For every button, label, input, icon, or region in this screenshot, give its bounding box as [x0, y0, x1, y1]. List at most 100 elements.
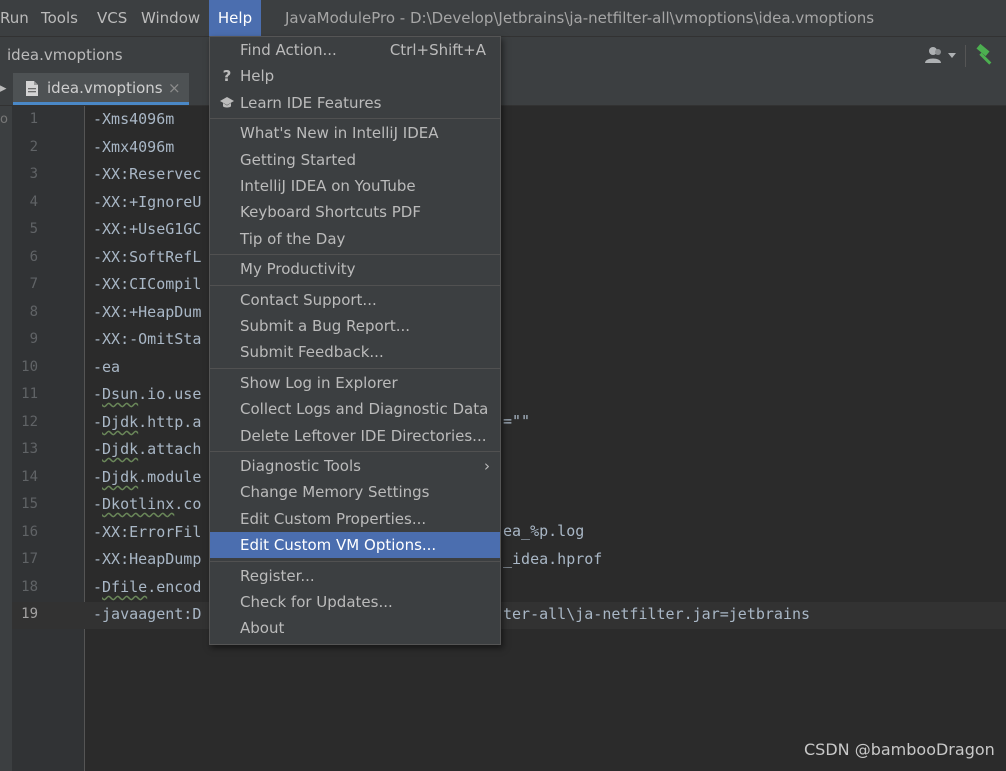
menu-separator — [210, 254, 500, 255]
menu-item-delete-leftover-ide-directories[interactable]: Delete Leftover IDE Directories... — [210, 423, 500, 449]
line-number: 10 — [21, 359, 38, 375]
menu-item-find-action[interactable]: Find Action... Ctrl+Shift+A — [210, 37, 500, 63]
code-text: - — [93, 468, 103, 486]
menu-item-submit-feedback[interactable]: Submit Feedback... — [210, 339, 500, 365]
menu-item-change-memory-settings[interactable]: Change Memory Settings — [210, 479, 500, 505]
code-text: - — [93, 495, 103, 513]
menu-item-what-s-new-in-intellij-idea[interactable]: What's New in IntelliJ IDEA — [210, 120, 500, 146]
code-line[interactable]: -XX:+IgnoreU — [93, 189, 201, 216]
code-line[interactable]: -XX:ErrorFil — [93, 519, 201, 546]
menu-item-diagnostic-tools[interactable]: Diagnostic Tools › — [210, 453, 500, 479]
menu-item-label: My Productivity — [240, 260, 356, 278]
code-text: -javaagent:D — [93, 605, 202, 623]
tab-idea-vmoptions[interactable]: idea.vmoptions × — [13, 73, 189, 105]
code-line[interactable]: -Djdk.module — [93, 464, 201, 491]
code-fragment-line-12: ="" — [503, 412, 531, 430]
code-text: .attach — [138, 440, 202, 458]
watermark: CSDN @bambooDragon — [804, 740, 995, 759]
code-text: -ea — [93, 358, 121, 376]
line-number: 9 — [29, 331, 38, 347]
menu-item-help[interactable]: ? Help — [210, 63, 500, 89]
menu-tools[interactable]: Tools — [41, 0, 78, 36]
line-number: 11 — [21, 386, 38, 402]
menu-item-edit-custom-vm-options[interactable]: Edit Custom VM Options... — [210, 532, 500, 558]
code-line[interactable]: -XX:HeapDump — [93, 546, 201, 573]
line-number: 12 — [21, 414, 38, 430]
code-line[interactable]: -XX:-OmitSta — [93, 326, 201, 353]
breadcrumb[interactable]: idea.vmoptions — [7, 37, 123, 73]
menu-item-tip-of-the-day[interactable]: Tip of the Day — [210, 226, 500, 252]
code-text: - — [93, 440, 103, 458]
code-line[interactable]: -XX:Reservec — [93, 161, 201, 188]
code-line[interactable]: -Djdk.http.a — [93, 409, 201, 436]
menu-help[interactable]: Help — [209, 0, 261, 36]
left-tool-strip — [0, 106, 12, 771]
menu-vcs[interactable]: VCS — [97, 0, 127, 36]
menu-item-label: About — [240, 619, 285, 637]
menu-item-getting-started[interactable]: Getting Started — [210, 147, 500, 173]
menu-item-label: Edit Custom VM Options... — [240, 536, 437, 554]
code-text: -XX:Reservec — [93, 165, 202, 183]
menu-item-collect-logs-and-diagnostic-data[interactable]: Collect Logs and Diagnostic Data — [210, 396, 500, 422]
spellcheck-word: Djdk — [102, 413, 139, 431]
line-number: 2 — [29, 139, 38, 155]
code-line[interactable]: -Djdk.attach — [93, 436, 201, 463]
menu-bar: Run Tools VCS Window Help JavaModulePro … — [0, 0, 1006, 36]
code-line[interactable]: -Xmx4096m — [93, 134, 174, 161]
code-line[interactable]: -Dfile.encod — [93, 574, 201, 601]
spellcheck-word: Djdk — [102, 440, 139, 458]
line-number: 13 — [21, 441, 38, 457]
menu-item-contact-support[interactable]: Contact Support... — [210, 287, 500, 313]
hammer-icon — [976, 43, 992, 65]
line-number: 6 — [29, 249, 38, 265]
line-number: 5 — [29, 221, 38, 237]
code-text: -Xmx4096m — [93, 138, 175, 156]
code-line[interactable]: -XX:+UseG1GC — [93, 216, 201, 243]
line-number: 18 — [21, 579, 38, 595]
code-line[interactable]: -XX:SoftRefL — [93, 244, 201, 271]
spellcheck-word: Dfile — [102, 578, 148, 596]
code-line[interactable]: -XX:+HeapDum — [93, 299, 201, 326]
menu-item-intellij-idea-on-youtube[interactable]: IntelliJ IDEA on YouTube — [210, 173, 500, 199]
menu-item-label: What's New in IntelliJ IDEA — [240, 124, 439, 142]
code-line[interactable]: -javaagent:D — [93, 601, 201, 628]
code-text: -XX:+UseG1GC — [93, 220, 202, 238]
menu-item-register[interactable]: Register... — [210, 563, 500, 589]
menu-item-label: Help — [240, 67, 275, 85]
toolbar-divider — [965, 45, 966, 67]
menu-item-my-productivity[interactable]: My Productivity — [210, 256, 500, 282]
gutter-divider — [84, 106, 85, 771]
menu-item-keyboard-shortcuts-pdf[interactable]: Keyboard Shortcuts PDF — [210, 199, 500, 225]
menu-window[interactable]: Window — [141, 0, 200, 36]
menu-item-show-log-in-explorer[interactable]: Show Log in Explorer — [210, 370, 500, 396]
question-icon: ? — [222, 67, 232, 85]
code-text: -XX:HeapDump — [93, 550, 202, 568]
code-text: -XX:+HeapDum — [93, 303, 202, 321]
build-button[interactable] — [973, 43, 999, 67]
editor-tab-bar: ▸ idea.vmoptions × — [0, 73, 1006, 106]
user-account-button[interactable] — [922, 43, 958, 67]
menu-item-shortcut: Ctrl+Shift+A — [389, 41, 486, 59]
line-number: 17 — [21, 551, 38, 567]
user-icon — [925, 47, 956, 63]
window-title: JavaModulePro - D:\Develop\Jetbrains\ja-… — [285, 9, 875, 27]
menu-item-check-for-updates[interactable]: Check for Updates... — [210, 589, 500, 615]
code-text: .encod — [147, 578, 202, 596]
menu-item-about[interactable]: About — [210, 615, 500, 641]
menu-item-label: Change Memory Settings — [240, 483, 430, 501]
code-line[interactable]: -Dsun.io.use — [93, 381, 201, 408]
code-line[interactable]: -ea — [93, 354, 120, 381]
code-text: -XX:SoftRefL — [93, 248, 202, 266]
code-line[interactable]: -XX:CICompil — [93, 271, 201, 298]
line-number: 3 — [29, 166, 38, 182]
close-icon[interactable]: × — [168, 73, 181, 103]
menu-run[interactable]: Run — [0, 0, 29, 36]
tab-scroll-left-icon[interactable]: ▸ — [0, 73, 7, 105]
code-line[interactable]: -Dkotlinx.co — [93, 491, 201, 518]
menu-item-label: Keyboard Shortcuts PDF — [240, 203, 421, 221]
menu-item-submit-a-bug-report[interactable]: Submit a Bug Report... — [210, 313, 500, 339]
graduation-cap-icon — [219, 90, 235, 118]
menu-item-learn-ide-features[interactable]: Learn IDE Features — [210, 90, 500, 116]
code-line[interactable]: -Xms4096m — [93, 106, 174, 133]
menu-item-edit-custom-properties[interactable]: Edit Custom Properties... — [210, 506, 500, 532]
